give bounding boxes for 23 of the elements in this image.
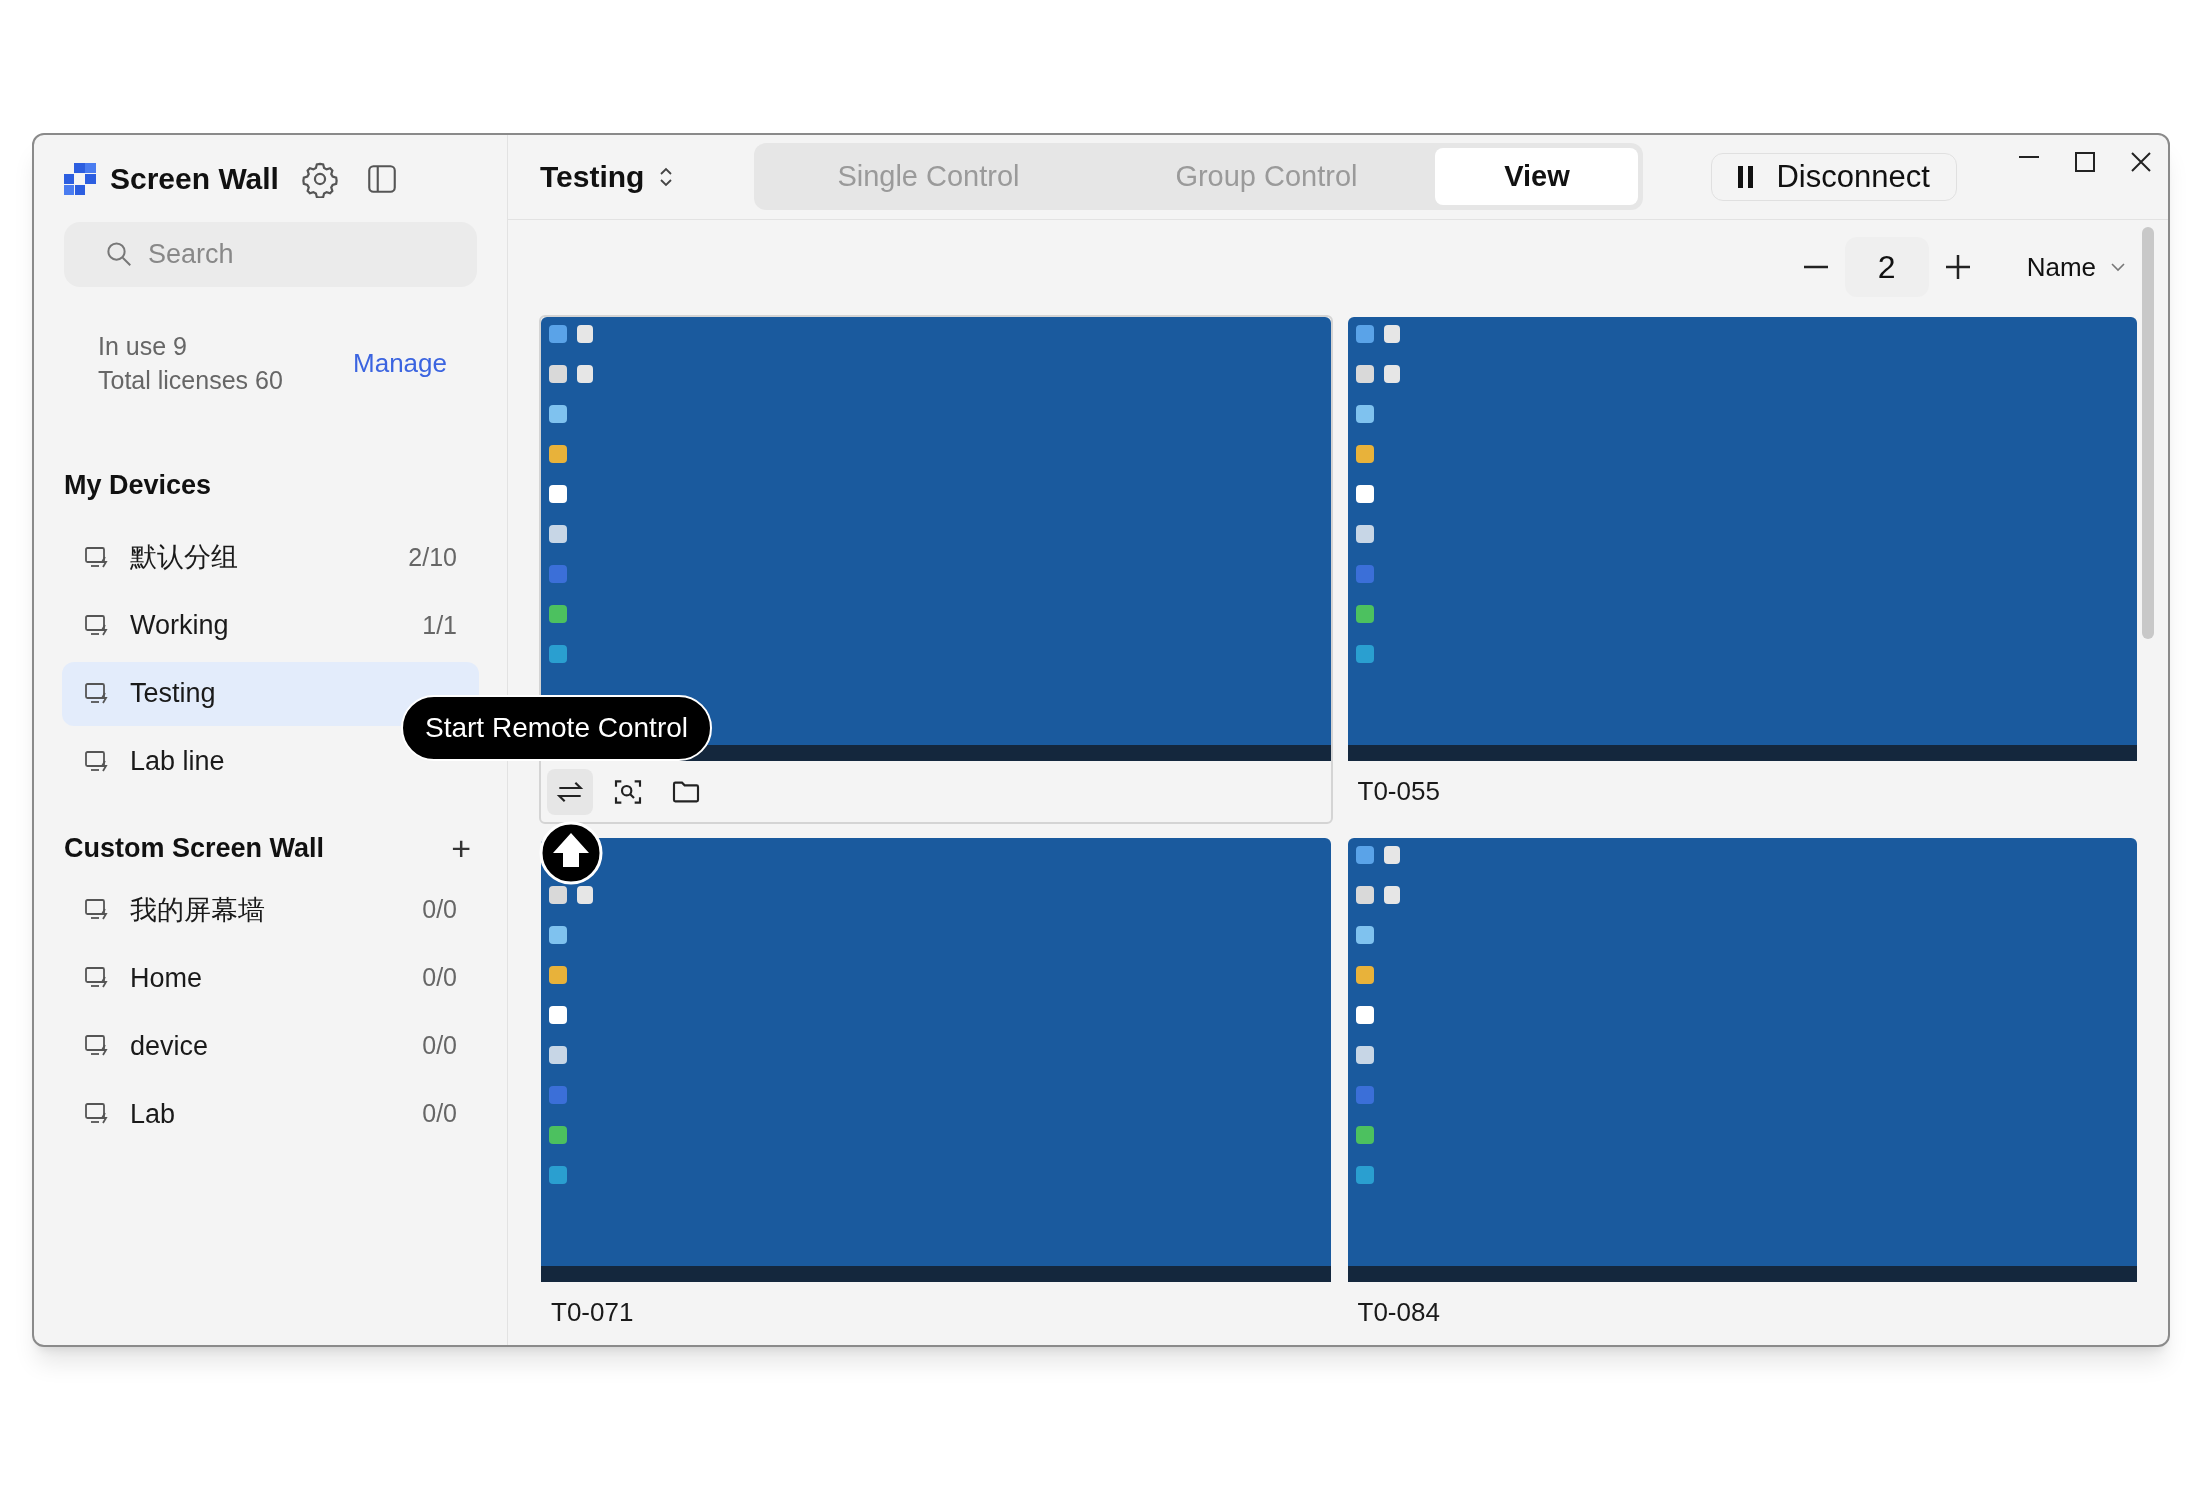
group-count: 0/0 — [422, 1030, 457, 1062]
section-title: Custom Screen Wall — [64, 831, 325, 865]
group-name: Testing — [130, 677, 216, 711]
group-name: Lab line — [130, 745, 225, 779]
group-count: 0/0 — [422, 962, 457, 994]
group-name: device — [130, 1029, 209, 1063]
group-name: Home — [130, 961, 203, 995]
licenses-total: Total licenses 60 — [98, 365, 283, 396]
device-name: T0-084 — [1357, 1296, 1440, 1329]
device-name: T0-071 — [551, 1296, 634, 1329]
group-name: 我的屏幕墙 — [130, 893, 265, 927]
group-count: 0/0 — [422, 1098, 457, 1130]
licenses-in-use: In use 9 — [98, 331, 188, 362]
group-name: Working — [130, 609, 229, 643]
group-count: 2/10 — [408, 541, 457, 573]
device-name: T0-055 — [1357, 775, 1440, 808]
tooltip: Start Remote Control — [401, 695, 712, 761]
group-name: Lab — [130, 1097, 176, 1131]
section-title: My Devices — [64, 469, 213, 502]
app-title: Screen Wall — [110, 161, 279, 197]
group-count: 1/1 — [422, 609, 457, 641]
group-name: 默认分组 — [130, 541, 238, 575]
group-count: 0/0 — [422, 894, 457, 926]
